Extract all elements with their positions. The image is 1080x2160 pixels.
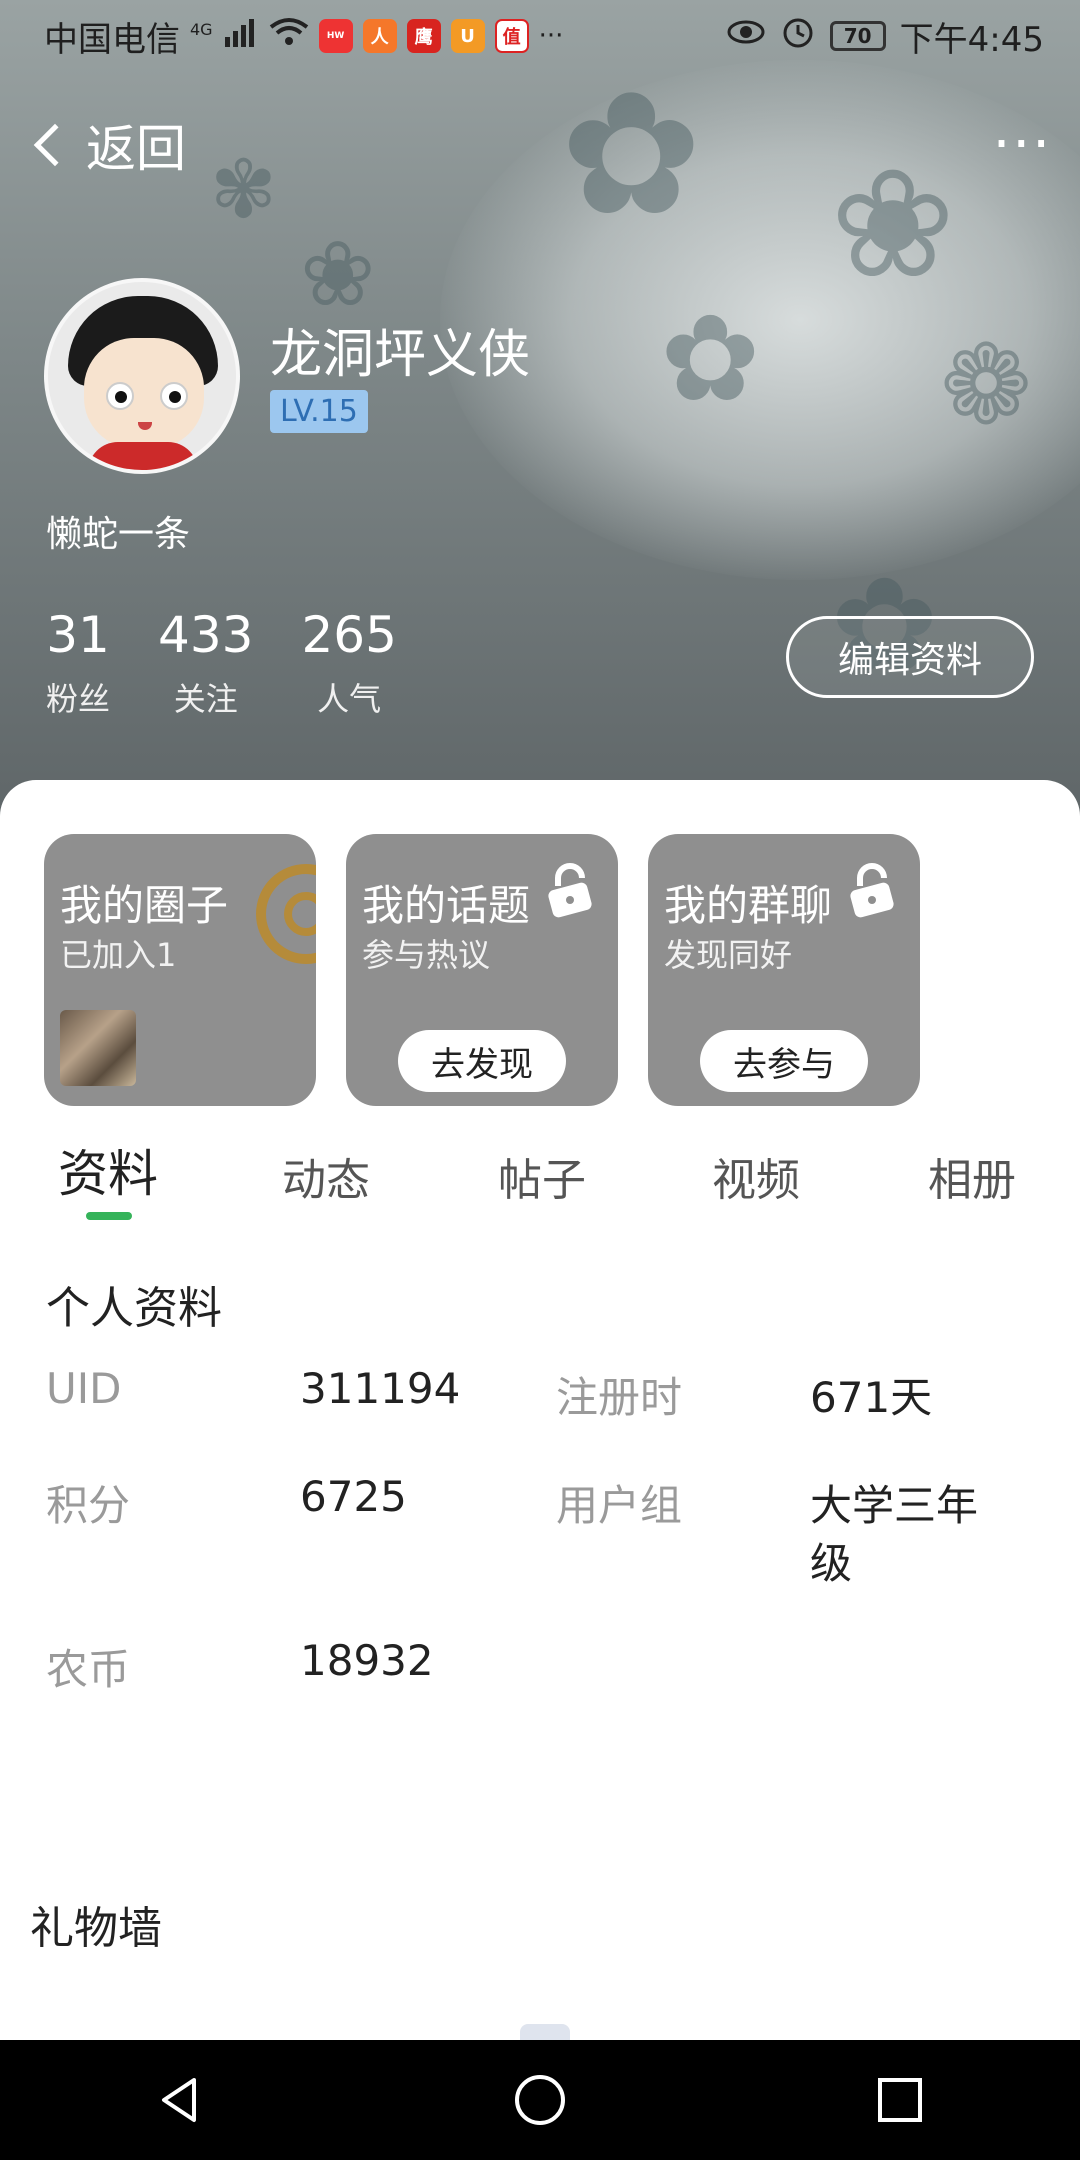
flower-decoration: ✿ xyxy=(660,290,761,429)
circle-home-icon xyxy=(515,2075,565,2125)
tab-posts[interactable]: 帖子 xyxy=(498,1144,586,1208)
battery-icon: 70 xyxy=(829,21,886,51)
back-button[interactable]: 返回 xyxy=(28,109,186,181)
tab-activity[interactable]: 动态 xyxy=(282,1144,370,1208)
section-title: 个人资料 xyxy=(46,1283,222,1334)
stat-fans[interactable]: 31 粉丝 xyxy=(46,606,110,720)
avatar[interactable] xyxy=(44,278,240,474)
card-title: 我的圈子 xyxy=(60,881,229,930)
stat-number: 265 xyxy=(301,606,397,664)
stat-number: 433 xyxy=(158,606,254,664)
info-value-user-group-cont: 级 xyxy=(810,1539,853,1588)
user-signature: 懒蛇一条 xyxy=(46,514,191,555)
flower-decoration: ❁ xyxy=(940,321,1033,449)
square-recents-icon xyxy=(878,2078,922,2122)
avatar-shirt xyxy=(88,442,198,470)
info-value-uid: 311194 xyxy=(300,1364,461,1413)
edit-profile-button[interactable]: 编辑资料 xyxy=(786,616,1034,698)
info-value-user-group: 大学三年 xyxy=(810,1481,979,1530)
tab-profile[interactable]: 资料 xyxy=(58,1134,158,1206)
stat-label: 关注 xyxy=(173,680,238,718)
card-subtitle: 已加入1 xyxy=(60,936,177,974)
stat-following[interactable]: 433 关注 xyxy=(158,606,253,720)
profile-tabs: 资料 动态 帖子 视频 相册 xyxy=(0,1134,1080,1234)
uc-browser-icon: U xyxy=(450,19,485,53)
user-stats: 31 粉丝 433 关注 265 人气 xyxy=(46,606,445,720)
chevron-left-icon xyxy=(33,123,77,167)
active-tab-indicator xyxy=(86,1212,132,1220)
more-options-button[interactable]: ··· xyxy=(993,117,1052,173)
card-subtitle: 参与热议 xyxy=(362,936,491,974)
info-value-registered: 671天 xyxy=(810,1373,933,1422)
level-badge: LV.15 xyxy=(270,390,368,433)
info-value-points: 6725 xyxy=(300,1472,407,1521)
clock: 下午4:45 xyxy=(899,19,1044,60)
feature-cards: 我的圈子 已加入1 我的话题 参与热议 去发现 我的群聊 发现同好 去参与 xyxy=(44,834,920,1106)
flower-decoration: ❀ xyxy=(300,222,376,327)
user-name: 龙洞坪义侠 xyxy=(270,325,531,385)
info-key-uid: UID xyxy=(46,1364,122,1413)
carrier-label: 中国电信 xyxy=(44,19,180,60)
card-my-circles[interactable]: 我的圈子 已加入1 xyxy=(44,834,316,1106)
triangle-back-icon xyxy=(162,2078,196,2122)
stat-popularity[interactable]: 265 人气 xyxy=(301,606,396,720)
top-bar: 返回 ··· xyxy=(28,100,1052,190)
nav-back-button[interactable] xyxy=(120,2040,240,2160)
avatar-eye xyxy=(106,382,134,410)
card-my-topics[interactable]: 我的话题 参与热议 去发现 xyxy=(346,834,618,1106)
app-icon-3: 鹰 xyxy=(406,19,441,53)
tab-albums[interactable]: 相册 xyxy=(928,1144,1016,1208)
status-bar: 中国电信 4G HW 人 鹰 U 值 ··· 70 下午4:45 xyxy=(0,0,1080,72)
eye-icon xyxy=(726,16,766,56)
join-button[interactable]: 去参与 xyxy=(700,1030,868,1092)
gift-item-peek[interactable] xyxy=(520,2024,570,2040)
avatar-eye xyxy=(160,382,188,410)
info-key-coins: 农币 xyxy=(46,1645,131,1694)
card-my-groups[interactable]: 我的群聊 发现同好 去参与 xyxy=(648,834,920,1106)
network-label: 4G xyxy=(190,19,213,39)
nav-recents-button[interactable] xyxy=(840,2040,960,2160)
card-subtitle: 发现同好 xyxy=(664,936,793,974)
unlock-icon xyxy=(548,863,592,918)
unlock-icon xyxy=(850,863,894,918)
info-key-points: 积分 xyxy=(46,1481,131,1530)
stat-number: 31 xyxy=(46,606,110,664)
back-label: 返回 xyxy=(86,120,186,178)
circle-thumbnail[interactable] xyxy=(60,1010,136,1086)
system-nav-bar xyxy=(0,2040,1080,2160)
nav-home-button[interactable] xyxy=(480,2040,600,2160)
huawei-store-icon: HW xyxy=(318,19,353,53)
tab-videos[interactable]: 视频 xyxy=(712,1144,800,1208)
info-key-user-group: 用户组 xyxy=(556,1481,683,1530)
stat-label: 粉丝 xyxy=(46,680,111,718)
zhide-icon: 值 xyxy=(494,19,529,53)
gift-wall-title: 礼物墙 xyxy=(30,1903,162,1954)
wifi-icon xyxy=(269,16,309,56)
card-title: 我的话题 xyxy=(362,881,531,930)
info-key-registered: 注册时 xyxy=(556,1373,683,1422)
alarm-icon xyxy=(780,14,816,59)
discover-button[interactable]: 去发现 xyxy=(398,1030,566,1092)
stat-label: 人气 xyxy=(317,680,382,718)
signal-icon xyxy=(223,16,259,56)
app-icon-2: 人 xyxy=(362,19,397,53)
info-value-coins: 18932 xyxy=(300,1636,434,1685)
card-title: 我的群聊 xyxy=(664,881,833,930)
more-notifications-icon: ··· xyxy=(538,21,564,51)
